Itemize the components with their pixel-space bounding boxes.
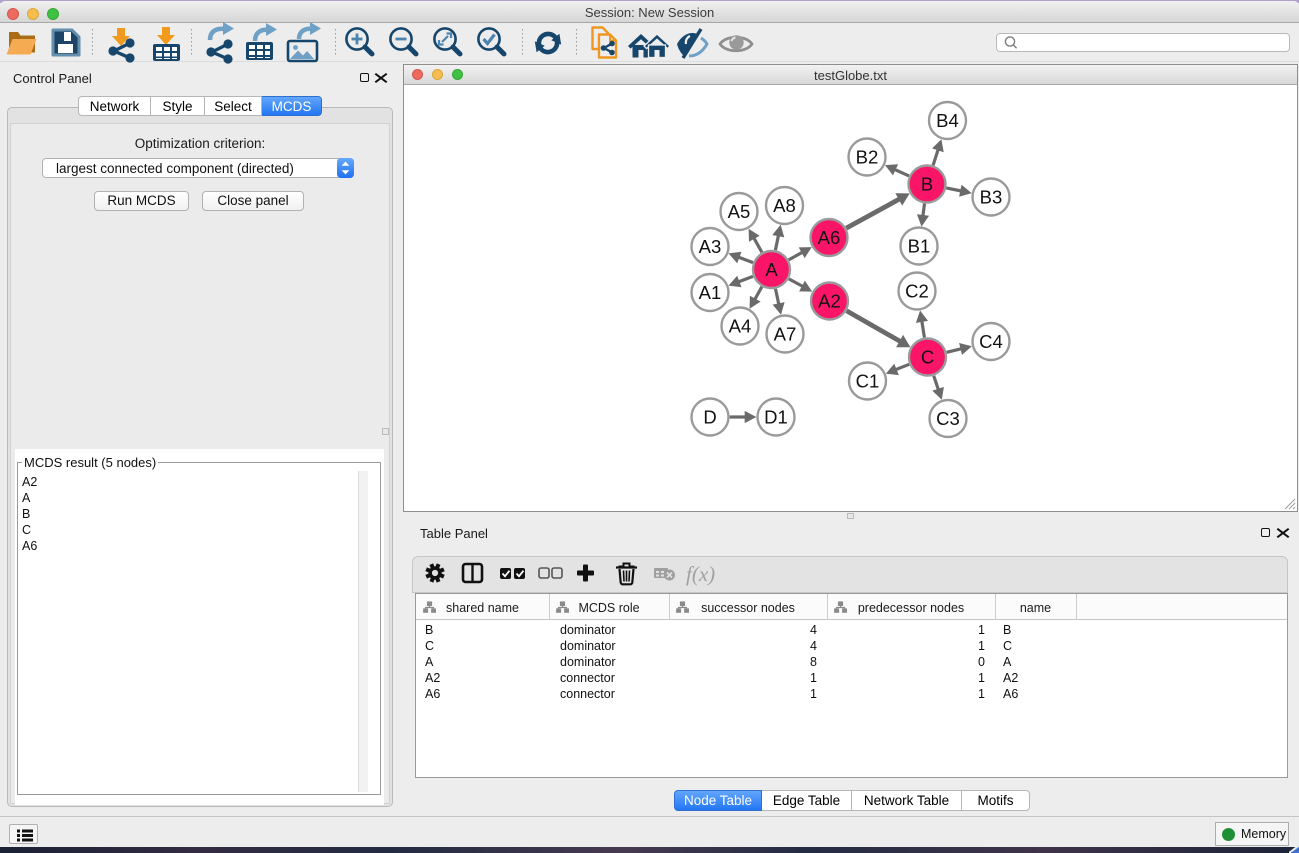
svg-text:A2: A2	[818, 290, 841, 311]
svg-text:A3: A3	[699, 236, 722, 257]
svg-text:B1: B1	[908, 235, 931, 256]
svg-text:B: B	[921, 173, 933, 194]
svg-text:A1: A1	[699, 282, 722, 303]
svg-text:A6: A6	[818, 227, 841, 248]
svg-text:C4: C4	[979, 331, 1003, 352]
svg-text:f(x): f(x)	[686, 562, 715, 586]
svg-text:D: D	[703, 406, 716, 427]
svg-text:C: C	[921, 346, 934, 367]
svg-text:A4: A4	[729, 315, 752, 336]
svg-text:C3: C3	[936, 408, 960, 429]
svg-text:C1: C1	[856, 370, 880, 391]
svg-text:A7: A7	[774, 323, 797, 344]
svg-text:A8: A8	[773, 195, 796, 216]
svg-text:D1: D1	[764, 406, 788, 427]
svg-text:A5: A5	[728, 201, 751, 222]
svg-text:B2: B2	[856, 146, 879, 167]
svg-text:C2: C2	[905, 280, 929, 301]
svg-text:A: A	[765, 259, 778, 280]
svg-text:B3: B3	[980, 186, 1003, 207]
svg-text:B4: B4	[936, 110, 959, 131]
